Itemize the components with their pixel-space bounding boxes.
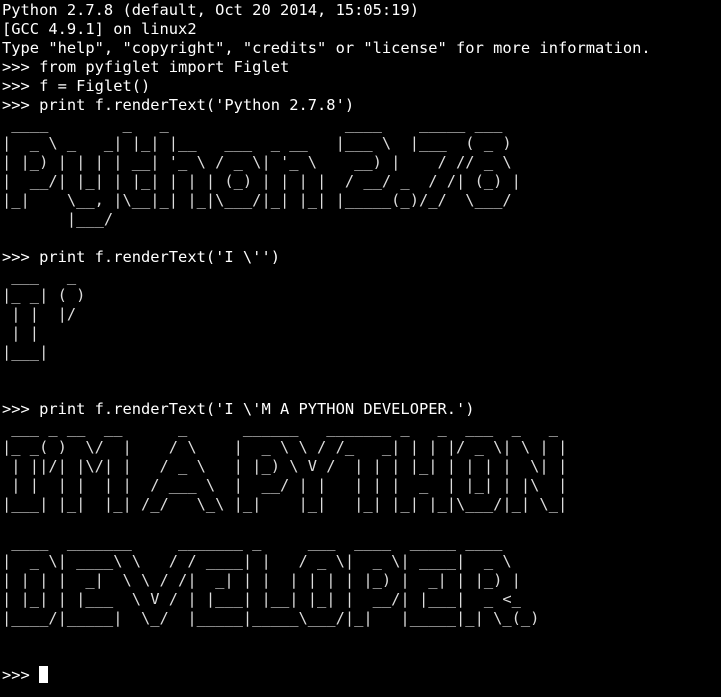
ascii-art-line: |_ _| ( ) <box>2 286 719 305</box>
line-text: |_ _( ) \/ | / \ | _ \ \ / /_ _| | | |/ … <box>2 438 568 456</box>
line-text: Type "help", "copyright", "credits" or "… <box>2 39 651 57</box>
line-text: | | | | _| \ \ / /| _| | | | | | | |_) |… <box>2 571 531 589</box>
command-line: >>> from pyfiglet import Figlet <box>2 58 719 77</box>
output-line: Type "help", "copyright", "credits" or "… <box>2 39 719 58</box>
ascii-art-line: |___| |_| |_| /_/ \_\ |_| |_| |_| |_| |_… <box>2 495 719 514</box>
command-line: >>> f = Figlet() <box>2 77 719 96</box>
line-text: | __/| |_| | |_| | | | (_) | | | | / __/… <box>2 172 521 190</box>
line-text: | ||/| |\/| | / _ \ | |_) \ V / | | | |_… <box>2 457 568 475</box>
line-text: ___ _ <box>2 267 86 285</box>
input-prompt[interactable]: >>> <box>2 666 719 685</box>
command-line: >>> print f.renderText('I \'') <box>2 248 719 267</box>
line-text: Python 2.7.8 (default, Oct 20 2014, 15:0… <box>2 1 419 19</box>
ascii-art-line: | __/| |_| | |_| | | | (_) | | | | / __/… <box>2 172 719 191</box>
line-text: |___| |_| |_| /_/ \_\ |_| |_| |_| |_| |_… <box>2 495 568 513</box>
ascii-art-line: | ||/| |\/| | / _ \ | |_) \ V / | | | |_… <box>2 457 719 476</box>
line-text: ___ _ __ __ _ ______ _______ _ _ ___ _ _ <box>2 419 568 437</box>
command-line: >>> print f.renderText('I \'M A PYTHON D… <box>2 400 719 419</box>
terminal-window[interactable]: Python 2.7.8 (default, Oct 20 2014, 15:0… <box>2 1 719 695</box>
line-text: |_ _| ( ) <box>2 286 86 304</box>
ascii-art-line: | |_| | |___ \ V / | |___| |__| |_| | __… <box>2 590 719 609</box>
ascii-art-line: ____ _ _ ____ _____ ___ <box>2 115 719 134</box>
line-text: | |_) | | | | __| '_ \ / _ \| '_ \ __) |… <box>2 153 521 171</box>
ascii-art-line: |_ _( ) \/ | / \ | _ \ \ / /_ _| | | |/ … <box>2 438 719 457</box>
command-line: >>> print f.renderText('Python 2.7.8') <box>2 96 719 115</box>
line-text: >>> from pyfiglet import Figlet <box>2 58 290 76</box>
ascii-art-line: ___ _ __ __ _ ______ _______ _ _ ___ _ _ <box>2 419 719 438</box>
line-text: |___| <box>2 343 86 361</box>
line-text: | |_| | |___ \ V / | |___| |__| |_| | __… <box>2 590 531 608</box>
line-text: >>> <box>2 666 40 684</box>
line-text: [GCC 4.9.1] on linux2 <box>2 20 197 38</box>
line-text: |___/ <box>2 210 521 228</box>
text-cursor <box>39 666 49 683</box>
line-text: | | |/ <box>2 305 86 323</box>
ascii-art-line: |____/|_____| \_/ |_____|_____\___/|_| |… <box>2 609 719 628</box>
line-text: | | <box>2 324 86 342</box>
ascii-art-line: |___| <box>2 343 719 362</box>
line-text: |____/|_____| \_/ |_____|_____\___/|_| |… <box>2 609 540 627</box>
ascii-art-line: | _ \| ____\ \ / / ____| | / _ \| _ \| _… <box>2 552 719 571</box>
line-text: >>> print f.renderText('I \'M A PYTHON D… <box>2 400 475 418</box>
line-text: >>> print f.renderText('Python 2.7.8') <box>2 96 355 114</box>
ascii-art-line: | | |/ <box>2 305 719 324</box>
line-text: >>> print f.renderText('I \'') <box>2 248 280 266</box>
ascii-art-line: | | <box>2 324 719 343</box>
line-text: >>> f = Figlet() <box>2 77 151 95</box>
ascii-art-line: ___ _ <box>2 267 719 286</box>
line-text: |_| \__, |\__|_| |_|\___/|_| |_| |_____(… <box>2 191 521 209</box>
ascii-art-line: ____ _______ _______ _ ___ ____ _____ __… <box>2 533 719 552</box>
line-text: | _ \ _ _| |_| |__ ___ _ __ |___ \ |___ … <box>2 134 521 152</box>
ascii-art-line: |_| \__, |\__|_| |_|\___/|_| |_| |_____(… <box>2 191 719 210</box>
ascii-art-line: | |_) | | | | __| '_ \ / _ \| '_ \ __) |… <box>2 153 719 172</box>
ascii-art-line: | _ \ _ _| |_| |__ ___ _ __ |___ \ |___ … <box>2 134 719 153</box>
line-text: | _ \| ____\ \ / / ____| | / _ \| _ \| _… <box>2 552 531 570</box>
ascii-art-line: | | | | _| \ \ / /| _| | | | | | | |_) |… <box>2 571 719 590</box>
line-text: ____ _ _ ____ _____ ___ <box>2 115 521 133</box>
ascii-art-line: | | | | | | / ___ \ | __/ | | | | | _ | … <box>2 476 719 495</box>
output-line: [GCC 4.9.1] on linux2 <box>2 20 719 39</box>
line-text: | | | | | | / ___ \ | __/ | | | | | _ | … <box>2 476 568 494</box>
output-line: Python 2.7.8 (default, Oct 20 2014, 15:0… <box>2 1 719 20</box>
line-text: ____ _______ _______ _ ___ ____ _____ __… <box>2 533 531 551</box>
ascii-art-line: |___/ <box>2 210 719 229</box>
